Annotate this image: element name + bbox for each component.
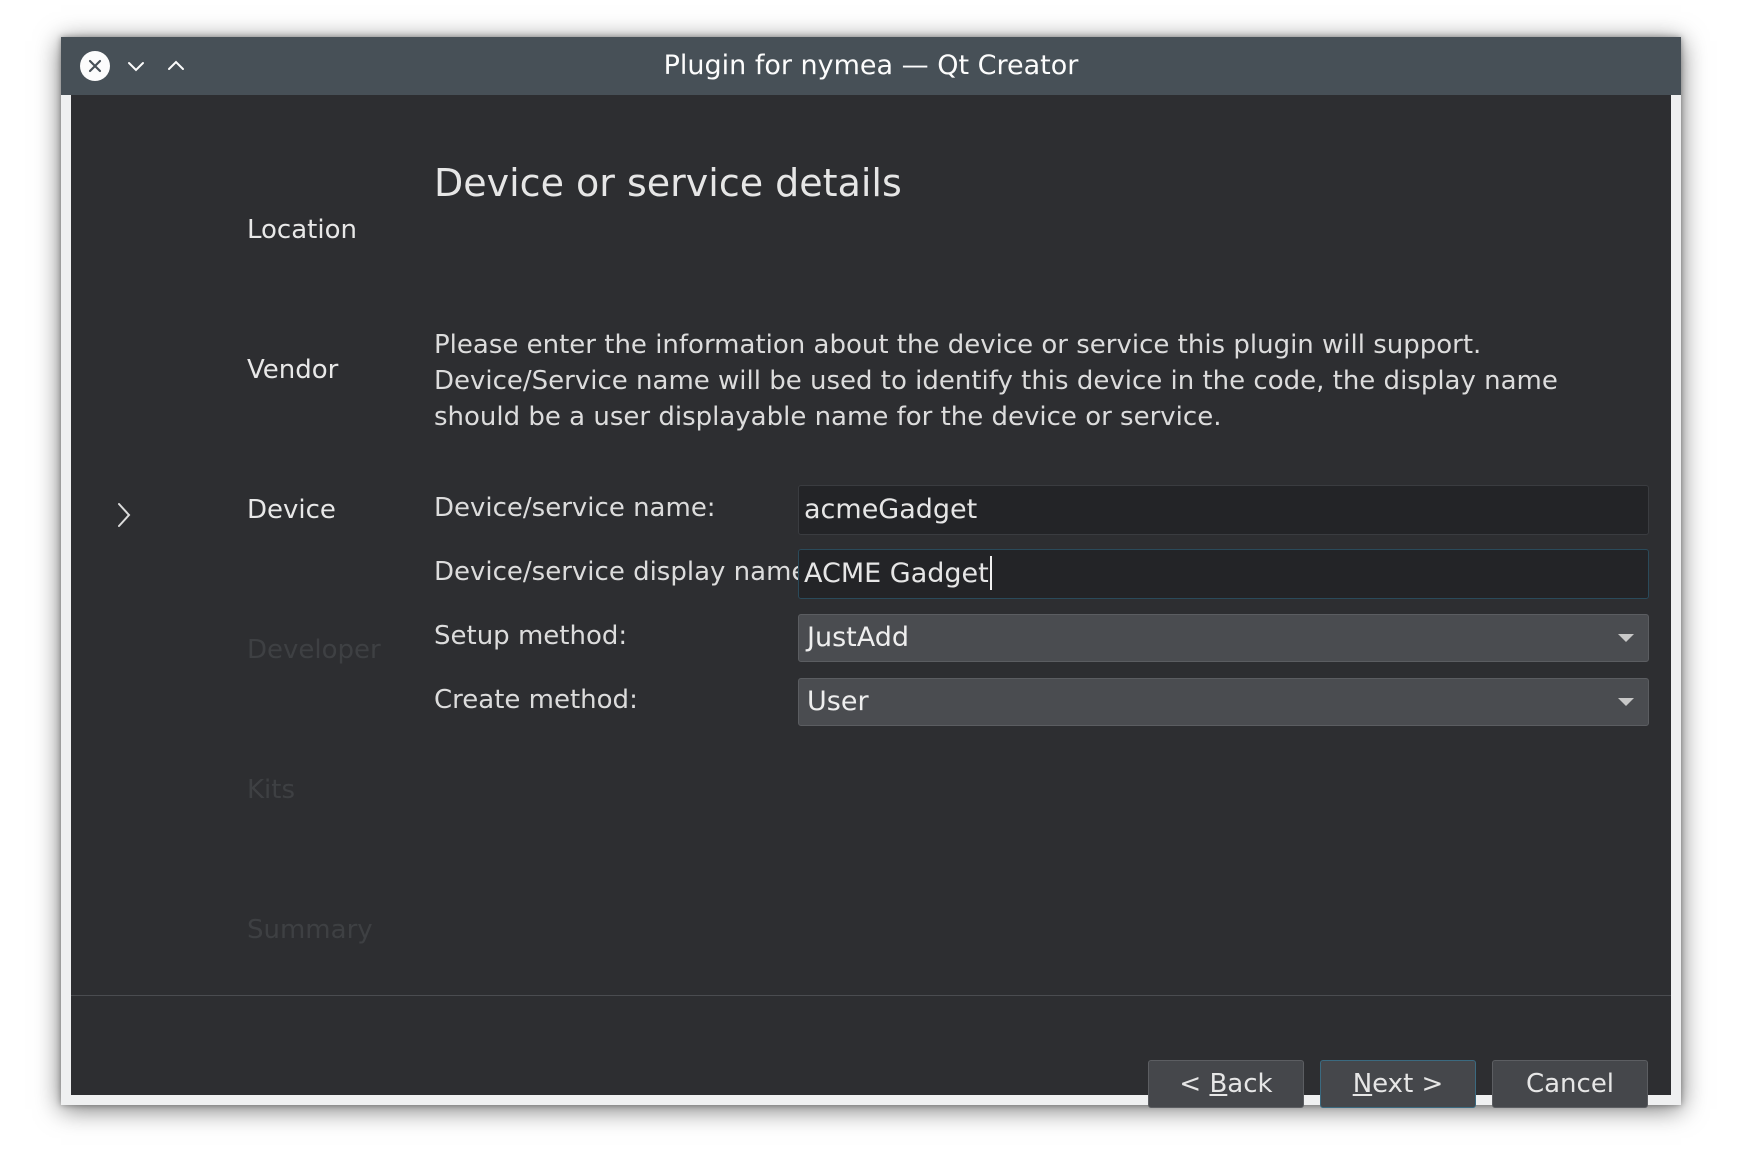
device-name-value: acmeGadget [804,494,978,525]
cancel-button[interactable]: Cancel [1492,1060,1648,1108]
setup-method-select[interactable]: JustAdd [798,614,1649,662]
back-label: ack [1227,1069,1273,1099]
display-name-label: Device/service display name: [434,557,817,587]
device-name-label: Device/service name: [434,493,716,523]
next-mnemonic: N [1352,1069,1373,1099]
create-method-select[interactable]: User [798,678,1649,726]
step-vendor: Vendor [247,355,339,385]
next-label: ext > [1372,1069,1444,1099]
step-developer: Developer [247,635,381,665]
next-button[interactable]: Next > [1320,1060,1476,1108]
step-kits: Kits [247,775,296,805]
dropdown-arrow-icon [1618,698,1634,706]
wizard-steps: Location Vendor Device Developer Kits Su… [71,95,431,995]
back-button[interactable]: < Back [1148,1060,1304,1108]
display-name-input[interactable]: ACME Gadget [798,549,1649,599]
page-title: Device or service details [434,161,902,205]
text-caret [989,555,992,590]
title-bar[interactable]: Plugin for nymea — Qt Creator [61,37,1681,95]
wizard-window: Plugin for nymea — Qt Creator Location V… [61,37,1681,1108]
step-device: Device [247,495,336,525]
create-method-label: Create method: [434,685,638,715]
wizard-content: Location Vendor Device Developer Kits Su… [71,95,1671,1108]
chevron-right-icon [118,503,131,527]
display-name-value: ACME Gadget [804,558,989,589]
footer-divider [71,995,1671,996]
window-title: Plugin for nymea — Qt Creator [663,50,1079,81]
step-location: Location [247,215,357,245]
create-method-value: User [807,686,869,717]
dropdown-arrow-icon [1618,634,1634,642]
back-mnemonic: B [1209,1069,1228,1099]
back-prefix: < [1179,1069,1210,1099]
setup-method-value: JustAdd [807,622,910,653]
setup-method-label: Setup method: [434,621,628,651]
page-description: Please enter the information about the d… [434,330,1558,432]
step-summary: Summary [247,915,373,945]
device-name-input[interactable]: acmeGadget [798,485,1649,535]
